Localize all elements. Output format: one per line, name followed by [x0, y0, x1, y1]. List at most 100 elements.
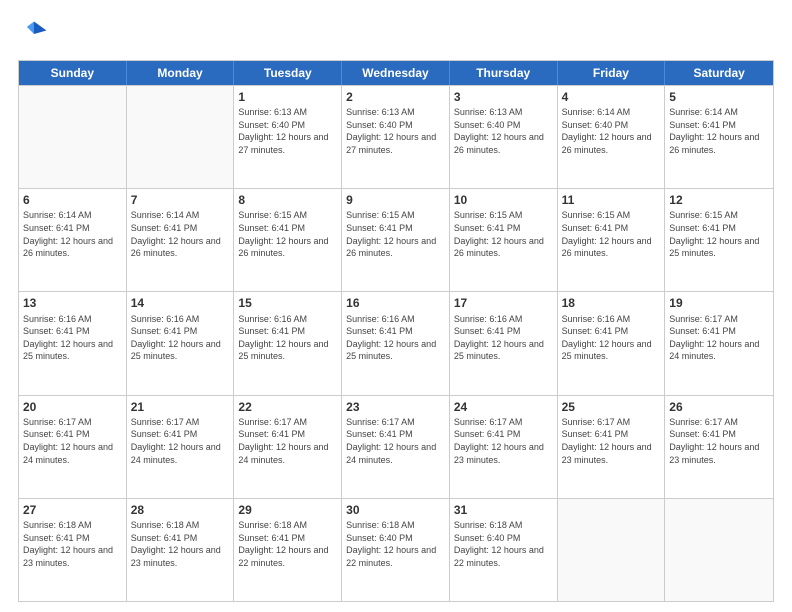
day-info: Sunrise: 6:17 AM Sunset: 6:41 PM Dayligh… — [562, 416, 661, 466]
day-number: 21 — [131, 399, 230, 415]
calendar-day-16: 16 Sunrise: 6:16 AM Sunset: 6:41 PM Dayli… — [342, 292, 450, 394]
day-info: Sunrise: 6:15 AM Sunset: 6:41 PM Dayligh… — [669, 209, 769, 259]
calendar-day-7: 7Sunrise: 6:14 AM Sunset: 6:41 PM Daylig… — [127, 189, 235, 291]
day-info: Sunrise: 6:14 AM Sunset: 6:41 PM Dayligh… — [669, 106, 769, 156]
day-info: Sunrise: 6:17 AM Sunset: 6:41 PM Dayligh… — [669, 416, 769, 466]
header-day-saturday: Saturday — [665, 61, 773, 85]
day-info: Sunrise: 6:17 AM Sunset: 6:41 PM Dayligh… — [131, 416, 230, 466]
logo-icon — [18, 18, 50, 50]
day-number: 14 — [131, 295, 230, 311]
day-info: Sunrise: 6:17 AM Sunset: 6:41 PM Dayligh… — [23, 416, 122, 466]
day-info: Sunrise: 6:18 AM Sunset: 6:40 PM Dayligh… — [454, 519, 553, 569]
day-number: 8 — [238, 192, 337, 208]
day-info: Sunrise: 6:14 AM Sunset: 6:40 PM Dayligh… — [562, 106, 661, 156]
calendar-day-18: 18 Sunrise: 6:16 AM Sunset: 6:41 PM Dayli… — [558, 292, 666, 394]
day-number: 28 — [131, 502, 230, 518]
day-info: Sunrise: 6:17 AM Sunset: 6:41 PM Dayligh… — [454, 416, 553, 466]
day-number: 5 — [669, 89, 769, 105]
day-info: Sunrise: 6:16 AM Sunset: 6:41 PM Dayligh… — [131, 313, 230, 363]
day-number: 29 — [238, 502, 337, 518]
day-info: Sunrise: 6:17 AM Sunset: 6:41 PM Dayligh… — [238, 416, 337, 466]
calendar-day-25: 25Sunrise: 6:17 AM Sunset: 6:41 PM Dayli… — [558, 396, 666, 498]
calendar-day-2: 2Sunrise: 6:13 AM Sunset: 6:40 PM Daylig… — [342, 86, 450, 188]
day-number: 2 — [346, 89, 445, 105]
calendar-day-9: 9Sunrise: 6:15 AM Sunset: 6:41 PM Daylig… — [342, 189, 450, 291]
calendar-day-6: 6Sunrise: 6:14 AM Sunset: 6:41 PM Daylig… — [19, 189, 127, 291]
day-number: 7 — [131, 192, 230, 208]
day-info: Sunrise: 6:15 AM Sunset: 6:41 PM Dayligh… — [238, 209, 337, 259]
calendar-day-30: 30Sunrise: 6:18 AM Sunset: 6:40 PM Dayli… — [342, 499, 450, 601]
calendar-day-5: 5Sunrise: 6:14 AM Sunset: 6:41 PM Daylig… — [665, 86, 773, 188]
day-number: 18 — [562, 295, 661, 311]
calendar-day-empty — [127, 86, 235, 188]
calendar-day-26: 26Sunrise: 6:17 AM Sunset: 6:41 PM Dayli… — [665, 396, 773, 498]
calendar-day-empty — [558, 499, 666, 601]
page: SundayMondayTuesdayWednesdayThursdayFrid… — [0, 0, 792, 612]
calendar-day-11: 11Sunrise: 6:15 AM Sunset: 6:41 PM Dayli… — [558, 189, 666, 291]
header — [18, 18, 774, 50]
header-day-thursday: Thursday — [450, 61, 558, 85]
header-day-friday: Friday — [558, 61, 666, 85]
calendar-day-15: 15 Sunrise: 6:16 AM Sunset: 6:41 PM Dayli… — [234, 292, 342, 394]
day-info: Sunrise: 6:16 AM Sunset: 6:41 PM Dayligh… — [238, 313, 337, 363]
header-day-sunday: Sunday — [19, 61, 127, 85]
calendar-body: 1Sunrise: 6:13 AM Sunset: 6:40 PM Daylig… — [19, 85, 773, 601]
day-number: 27 — [23, 502, 122, 518]
day-number: 12 — [669, 192, 769, 208]
day-info: Sunrise: 6:18 AM Sunset: 6:41 PM Dayligh… — [23, 519, 122, 569]
day-number: 20 — [23, 399, 122, 415]
calendar-day-21: 21Sunrise: 6:17 AM Sunset: 6:41 PM Dayli… — [127, 396, 235, 498]
day-number: 11 — [562, 192, 661, 208]
day-info: Sunrise: 6:18 AM Sunset: 6:41 PM Dayligh… — [131, 519, 230, 569]
day-info: Sunrise: 6:16 AM Sunset: 6:41 PM Dayligh… — [454, 313, 553, 363]
day-info: Sunrise: 6:16 AM Sunset: 6:41 PM Dayligh… — [23, 313, 122, 363]
day-number: 31 — [454, 502, 553, 518]
calendar-day-23: 23Sunrise: 6:17 AM Sunset: 6:41 PM Dayli… — [342, 396, 450, 498]
header-day-wednesday: Wednesday — [342, 61, 450, 85]
day-number: 30 — [346, 502, 445, 518]
day-number: 9 — [346, 192, 445, 208]
day-info: Sunrise: 6:18 AM Sunset: 6:41 PM Dayligh… — [238, 519, 337, 569]
logo — [18, 18, 54, 50]
calendar-day-4: 4Sunrise: 6:14 AM Sunset: 6:40 PM Daylig… — [558, 86, 666, 188]
header-day-tuesday: Tuesday — [234, 61, 342, 85]
day-info: Sunrise: 6:15 AM Sunset: 6:41 PM Dayligh… — [562, 209, 661, 259]
calendar-week-3: 13 Sunrise: 6:16 AM Sunset: 6:41 PM Dayli… — [19, 291, 773, 394]
day-info: Sunrise: 6:16 AM Sunset: 6:41 PM Dayligh… — [346, 313, 445, 363]
calendar-day-13: 13 Sunrise: 6:16 AM Sunset: 6:41 PM Dayli… — [19, 292, 127, 394]
calendar-day-14: 14 Sunrise: 6:16 AM Sunset: 6:41 PM Dayli… — [127, 292, 235, 394]
day-info: Sunrise: 6:13 AM Sunset: 6:40 PM Dayligh… — [454, 106, 553, 156]
day-number: 4 — [562, 89, 661, 105]
calendar-week-4: 20Sunrise: 6:17 AM Sunset: 6:41 PM Dayli… — [19, 395, 773, 498]
calendar-week-1: 1Sunrise: 6:13 AM Sunset: 6:40 PM Daylig… — [19, 85, 773, 188]
day-info: Sunrise: 6:17 AM Sunset: 6:41 PM Dayligh… — [669, 313, 769, 363]
day-info: Sunrise: 6:17 AM Sunset: 6:41 PM Dayligh… — [346, 416, 445, 466]
day-info: Sunrise: 6:15 AM Sunset: 6:41 PM Dayligh… — [454, 209, 553, 259]
day-number: 15 — [238, 295, 337, 311]
calendar-day-29: 29Sunrise: 6:18 AM Sunset: 6:41 PM Dayli… — [234, 499, 342, 601]
calendar: SundayMondayTuesdayWednesdayThursdayFrid… — [18, 60, 774, 602]
day-info: Sunrise: 6:16 AM Sunset: 6:41 PM Dayligh… — [562, 313, 661, 363]
day-info: Sunrise: 6:14 AM Sunset: 6:41 PM Dayligh… — [23, 209, 122, 259]
calendar-header: SundayMondayTuesdayWednesdayThursdayFrid… — [19, 61, 773, 85]
day-number: 26 — [669, 399, 769, 415]
calendar-day-10: 10Sunrise: 6:15 AM Sunset: 6:41 PM Dayli… — [450, 189, 558, 291]
calendar-day-28: 28Sunrise: 6:18 AM Sunset: 6:41 PM Dayli… — [127, 499, 235, 601]
calendar-day-19: 19 Sunrise: 6:17 AM Sunset: 6:41 PM Dayli… — [665, 292, 773, 394]
calendar-day-22: 22Sunrise: 6:17 AM Sunset: 6:41 PM Dayli… — [234, 396, 342, 498]
calendar-week-5: 27Sunrise: 6:18 AM Sunset: 6:41 PM Dayli… — [19, 498, 773, 601]
calendar-day-24: 24Sunrise: 6:17 AM Sunset: 6:41 PM Dayli… — [450, 396, 558, 498]
day-number: 22 — [238, 399, 337, 415]
calendar-day-empty — [665, 499, 773, 601]
day-number: 1 — [238, 89, 337, 105]
day-number: 16 — [346, 295, 445, 311]
day-number: 19 — [669, 295, 769, 311]
day-number: 13 — [23, 295, 122, 311]
day-number: 17 — [454, 295, 553, 311]
calendar-day-17: 17 Sunrise: 6:16 AM Sunset: 6:41 PM Dayli… — [450, 292, 558, 394]
day-number: 23 — [346, 399, 445, 415]
day-info: Sunrise: 6:13 AM Sunset: 6:40 PM Dayligh… — [238, 106, 337, 156]
day-info: Sunrise: 6:13 AM Sunset: 6:40 PM Dayligh… — [346, 106, 445, 156]
day-number: 24 — [454, 399, 553, 415]
calendar-day-27: 27Sunrise: 6:18 AM Sunset: 6:41 PM Dayli… — [19, 499, 127, 601]
